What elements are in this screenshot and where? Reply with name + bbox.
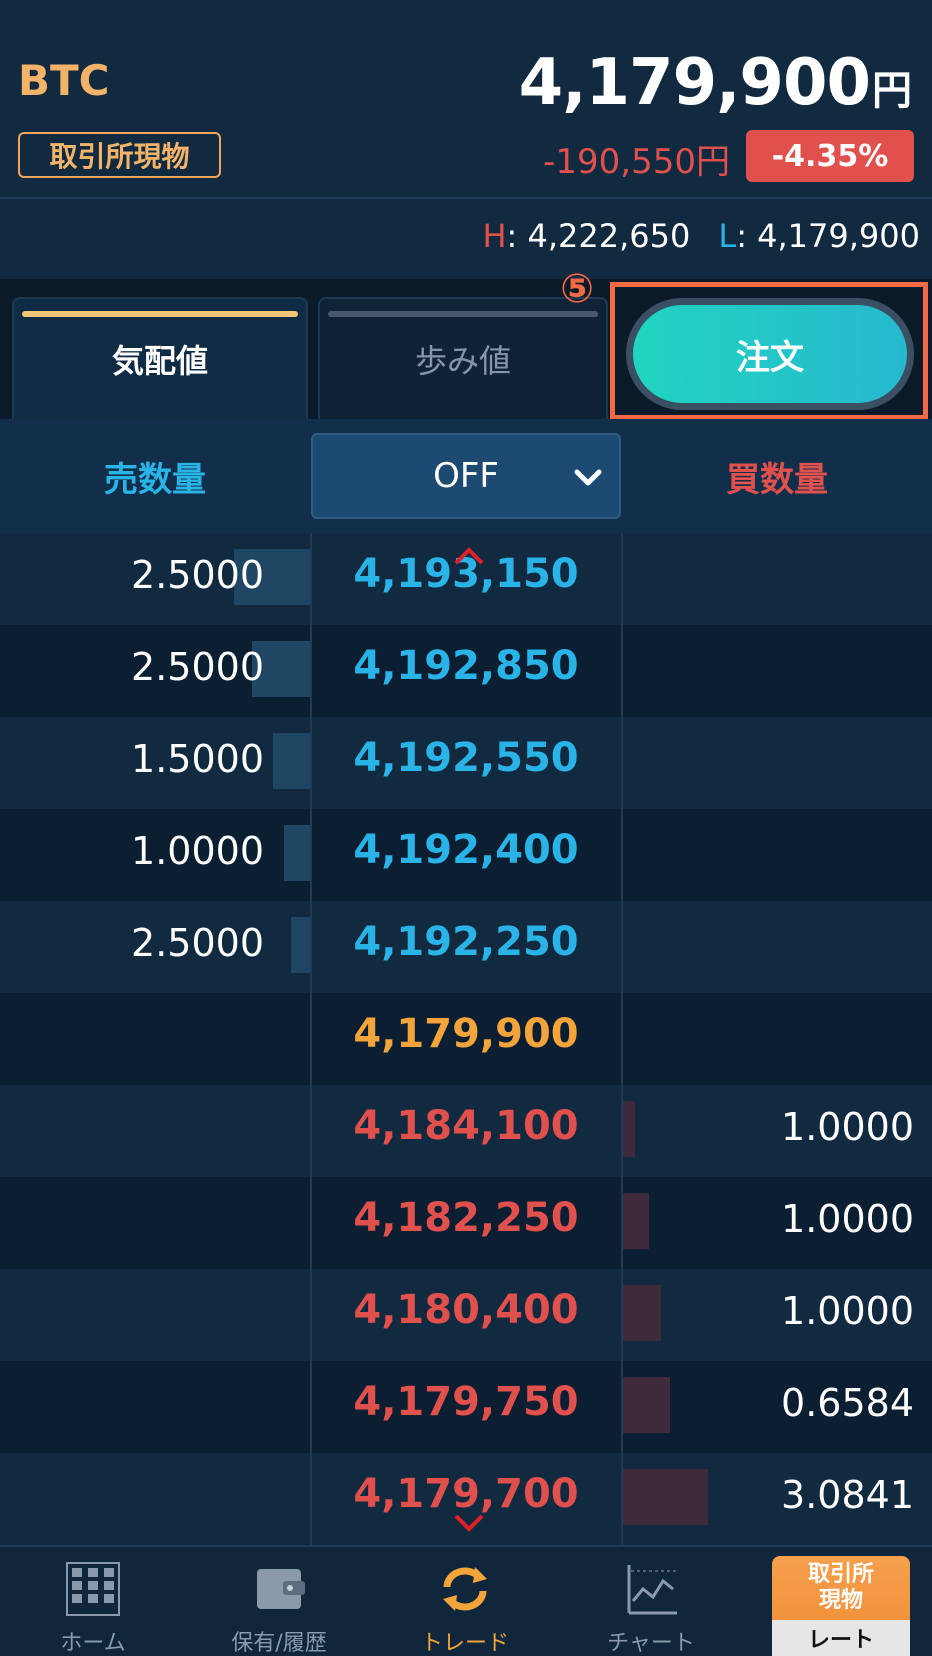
nav-trade[interactable]: トレード [372, 1547, 558, 1656]
bid-depth-bar [622, 1377, 670, 1433]
bid-price[interactable]: 4,182,250 [310, 1195, 622, 1241]
step-marker: ⑤ [560, 266, 594, 312]
tab-trades[interactable]: 歩み値 [318, 297, 608, 419]
last-price: 4,179,900 [353, 1011, 579, 1057]
market-badge: 取引所現物 [18, 132, 221, 178]
tab-quotes[interactable]: 気配値 [12, 297, 308, 419]
ask-depth-bar [291, 917, 310, 973]
change-percent-badge: -4.35% [746, 130, 914, 182]
book-column-header: 売数量 OFF 買数量 [0, 419, 932, 533]
column-divider [621, 533, 623, 1545]
order-book: 2.5000 4,193,150 2.5000 4,192,850 1.5000 4,19… [0, 533, 932, 1545]
symbol-label: BTC [18, 56, 110, 105]
ask-depth-bar [273, 733, 310, 789]
nav-home[interactable]: ホーム [0, 1547, 186, 1656]
last-price-row: 4,179,900 [0, 993, 932, 1085]
ask-row[interactable]: 2.5000 4,192,850 [0, 625, 932, 717]
exchange-arrows-icon [443, 1567, 487, 1611]
order-button[interactable]: 注文 [626, 298, 914, 410]
ask-qty: 2.5000 [131, 553, 264, 597]
column-divider [310, 533, 312, 1545]
nav-holdings[interactable]: 保有/履歴 [186, 1547, 372, 1656]
bid-row[interactable]: 4,179,750 0.6584 [0, 1361, 932, 1453]
ask-price[interactable]: 4,192,250 [310, 919, 622, 965]
rate-button-market: 取引所 現物 [772, 1556, 910, 1620]
high-price: H: 4,222,650 [482, 217, 691, 255]
current-price: 4,179,900 円 [519, 46, 912, 120]
bid-depth-bar [622, 1469, 708, 1525]
bid-price[interactable]: 4,180,400 [310, 1287, 622, 1333]
ask-qty: 1.5000 [131, 737, 264, 781]
bid-depth-bar [622, 1285, 661, 1341]
bid-qty: 0.6584 [781, 1381, 914, 1425]
ask-price[interactable]: 4,192,850 [310, 643, 622, 689]
nav-chart[interactable]: チャート [558, 1547, 744, 1656]
bid-row[interactable]: 4,180,400 1.0000 [0, 1269, 932, 1361]
bid-price[interactable]: 4,184,100 [310, 1103, 622, 1149]
ask-row[interactable]: 2.5000 4,192,250 [0, 901, 932, 993]
chevron-down-icon [574, 469, 602, 486]
bid-qty: 3.0841 [781, 1473, 914, 1517]
rate-button-label: レート [772, 1620, 910, 1656]
bid-row[interactable]: 4,182,250 1.0000 [0, 1177, 932, 1269]
bid-depth-bar [622, 1193, 649, 1249]
bid-depth-bar [622, 1101, 635, 1157]
tab-indicator-active [22, 311, 298, 317]
bid-price[interactable]: 4,179,700 [310, 1471, 622, 1517]
price-filter-select[interactable]: OFF [311, 433, 621, 519]
ask-qty: 1.0000 [131, 829, 264, 873]
rate-button-market-label: 取引所 現物 [807, 1562, 874, 1613]
bid-row[interactable]: 4,184,100 1.0000 [0, 1085, 932, 1177]
ask-row[interactable]: 1.0000 4,192,400 [0, 809, 932, 901]
bid-qty: 1.0000 [781, 1289, 914, 1333]
sell-qty-header: 売数量 [104, 459, 206, 500]
caret-down-icon [454, 1514, 484, 1532]
ask-price[interactable]: 4,192,400 [310, 827, 622, 873]
ask-price[interactable]: 4,192,550 [310, 735, 622, 781]
grid-icon [66, 1562, 120, 1616]
high-low-row: H: 4,222,650 L: 4,179,900 [0, 199, 932, 279]
wallet-icon [257, 1569, 305, 1609]
bid-qty: 1.0000 [781, 1197, 914, 1241]
currency-label: 円 [872, 68, 912, 114]
ticker-header: BTC 取引所現物 4,179,900 円 -190,550円 -4.35% [0, 0, 932, 197]
low-price: L: 4,179,900 [718, 217, 920, 255]
ask-depth-bar [284, 825, 310, 881]
ask-qty: 2.5000 [131, 921, 264, 965]
ask-qty: 2.5000 [131, 645, 264, 689]
caret-up-icon [454, 547, 484, 565]
ask-row[interactable]: 1.5000 4,192,550 [0, 717, 932, 809]
price-value: 4,179,900 [518, 46, 871, 120]
buy-qty-header: 買数量 [726, 459, 828, 500]
price-change: -190,550円 [543, 142, 730, 182]
bid-qty: 1.0000 [781, 1105, 914, 1149]
bid-price[interactable]: 4,179,750 [310, 1379, 622, 1425]
rate-switch-button[interactable]: 取引所 現物 レート [772, 1556, 910, 1656]
chart-icon [627, 1565, 677, 1615]
